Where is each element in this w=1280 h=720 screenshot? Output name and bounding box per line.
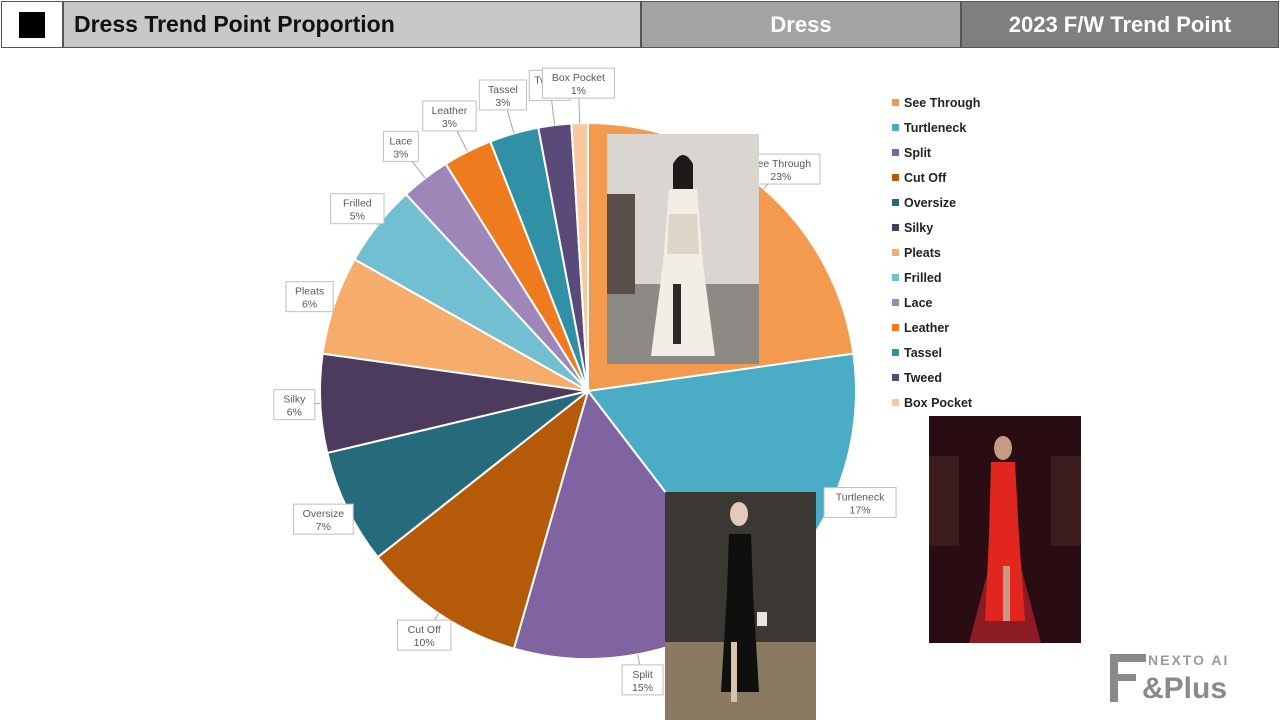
data-label-name: Leather [432,105,468,117]
legend-item-box-pocket: Box Pocket [892,390,980,415]
trend-label: 2023 F/W Trend Point [961,1,1279,48]
legend-label: Split [904,145,932,160]
data-label-value: 7% [316,521,331,533]
data-label-frilled: Frilled5% [330,193,385,226]
svg-text:NEXTO AI: NEXTO AI [1148,652,1229,668]
legend-item-see-through: See Through [892,90,980,115]
legend-item-lace: Lace [892,290,980,315]
data-label-value: 15% [632,682,653,694]
chart-legend: See Through Turtleneck Split Cut Off Oversiz… [892,90,980,415]
legend-item-turtleneck: Turtleneck [892,115,980,140]
legend-item-tweed: Tweed [892,365,980,390]
data-label-name: See Through [751,158,812,170]
svg-text:&Plus: &Plus [1142,672,1227,705]
data-label-turtleneck: Turtleneck17% [823,486,897,518]
data-label-split: Split15% [621,654,664,696]
data-label-pleats: Pleats6% [285,281,335,313]
data-label-cut-off: Cut Off10% [396,613,452,651]
legend-item-oversize: Oversize [892,190,980,215]
header-bar: Dress Trend Point Proportion Dress 2023 … [0,0,1280,50]
data-label-silky: Silky6% [273,389,321,421]
category-label: Dress [641,1,961,48]
data-label-name: Frilled [343,198,372,210]
data-label-tassel: Tassel3% [478,79,527,134]
legend-swatch [892,274,899,281]
legend-swatch [892,224,899,231]
page-title: Dress Trend Point Proportion [63,1,641,48]
legend-label: Tassel [904,345,942,360]
legend-label: Frilled [904,270,942,285]
data-label-name: Tassel [488,84,518,96]
data-label-value: 6% [302,299,317,311]
data-label-name: Split [632,669,653,681]
legend-item-pleats: Pleats [892,240,980,265]
title-marker [1,1,63,48]
legend-label: Leather [904,320,950,335]
data-label-value: 6% [287,407,302,419]
data-label-name: Silky [283,394,306,406]
legend-swatch [892,124,899,131]
legend-swatch [892,324,899,331]
runway-photo-split [665,492,816,720]
legend-item-leather: Leather [892,315,980,340]
legend-swatch [892,374,899,381]
data-label-value: 10% [414,637,435,649]
nexto-fplus-logo: NEXTO AI &Plus [1108,650,1248,706]
data-label-name: Pleats [295,286,324,298]
legend-swatch [892,399,899,406]
legend-label: Pleats [904,245,941,260]
legend-item-frilled: Frilled [892,265,980,290]
data-label-name: Oversize [303,508,345,520]
data-label-value: 3% [393,148,408,160]
legend-item-tassel: Tassel [892,340,980,365]
legend-swatch [892,199,899,206]
legend-swatch [892,149,899,156]
data-label-value: 5% [350,211,365,223]
data-label-value: 23% [770,171,791,183]
legend-swatch [892,349,899,356]
legend-label: Box Pocket [904,395,973,410]
legend-label: Tweed [904,370,942,385]
legend-label: Oversize [904,195,957,210]
data-label-lace: Lace3% [382,130,426,179]
data-label-name: Box Pocket [552,72,605,84]
data-label-value: 1% [571,85,586,97]
legend-item-silky: Silky [892,215,980,240]
data-label-oversize: Oversize7% [293,503,354,535]
data-label-value: 3% [495,97,510,109]
data-label-value: 17% [850,504,871,516]
legend-item-split: Split [892,140,980,165]
data-label-name: Cut Off [408,624,441,636]
legend-label: Silky [904,220,934,235]
data-label-leather: Leather3% [422,100,477,152]
runway-photo-see-through [607,134,759,364]
data-label-name: Lace [389,135,412,147]
data-label-name: Turtleneck [836,491,885,503]
data-label-value: 3% [442,118,457,130]
legend-swatch [892,249,899,256]
legend-swatch [892,299,899,306]
legend-item-cut-off: Cut Off [892,165,980,190]
runway-photo-turtleneck [929,416,1081,643]
black-square-icon [19,11,45,38]
legend-label: See Through [904,95,981,110]
legend-swatch [892,174,899,181]
legend-swatch [892,99,899,106]
legend-label: Cut Off [904,170,947,185]
legend-label: Turtleneck [904,120,967,135]
legend-label: Lace [904,295,933,310]
